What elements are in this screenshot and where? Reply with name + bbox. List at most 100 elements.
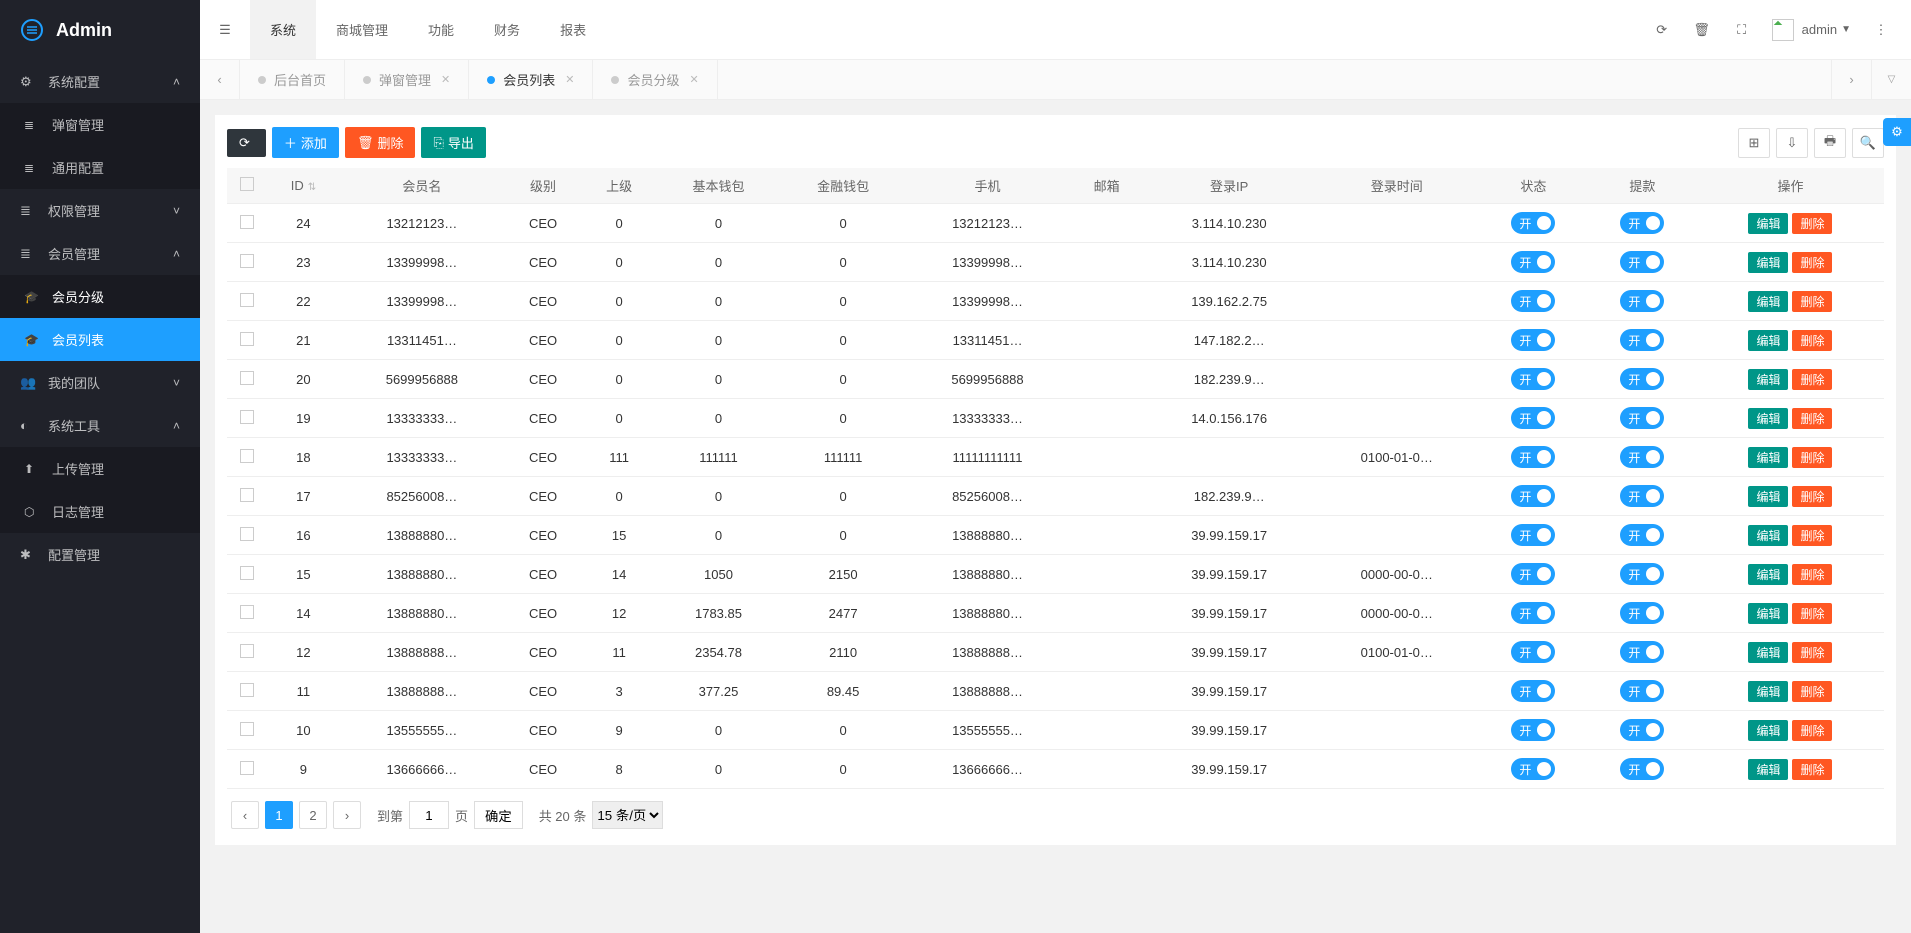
withdraw-toggle[interactable]: 开 [1620,563,1664,585]
edit-button[interactable]: 编辑 [1748,564,1788,585]
row-checkbox[interactable] [240,371,254,385]
sidebar-group-5[interactable]: ✱配置管理 [0,533,200,576]
withdraw-toggle[interactable]: 开 [1620,446,1664,468]
row-delete-button[interactable]: 删除 [1792,369,1832,390]
topnav-item-2[interactable]: 功能 [408,0,474,59]
goto-input[interactable] [409,801,449,829]
row-checkbox[interactable] [240,761,254,775]
row-delete-button[interactable]: 删除 [1792,486,1832,507]
row-delete-button[interactable]: 删除 [1792,681,1832,702]
row-delete-button[interactable]: 删除 [1792,525,1832,546]
status-toggle[interactable]: 开 [1511,602,1555,624]
status-toggle[interactable]: 开 [1511,212,1555,234]
row-checkbox[interactable] [240,527,254,541]
print-icon[interactable]: 🖶 [1814,128,1846,158]
sidebar-item-0-0[interactable]: ≣弹窗管理 [0,103,200,146]
sidebar-group-2[interactable]: ≣会员管理˄ [0,232,200,275]
goto-confirm[interactable]: 确定 [474,801,523,829]
edit-button[interactable]: 编辑 [1748,759,1788,780]
status-toggle[interactable]: 开 [1511,563,1555,585]
withdraw-toggle[interactable]: 开 [1620,719,1664,741]
row-delete-button[interactable]: 删除 [1792,564,1832,585]
sidebar-item-4-0[interactable]: ⬆上传管理 [0,447,200,490]
row-delete-button[interactable]: 删除 [1792,447,1832,468]
user-menu[interactable]: admin ▼ [1762,19,1861,41]
status-toggle[interactable]: 开 [1511,407,1555,429]
withdraw-toggle[interactable]: 开 [1620,290,1664,312]
row-checkbox[interactable] [240,254,254,268]
sidebar-toggle-button[interactable]: ☰ [200,0,250,60]
sidebar-group-1[interactable]: ≣权限管理˅ [0,189,200,232]
page-number-1[interactable]: 1 [265,801,293,829]
add-button[interactable]: ＋添加 [272,127,339,158]
edit-button[interactable]: 编辑 [1748,486,1788,507]
row-checkbox[interactable] [240,605,254,619]
withdraw-toggle[interactable]: 开 [1620,602,1664,624]
trash-icon[interactable]: 🗑 [1682,0,1722,60]
row-delete-button[interactable]: 删除 [1792,408,1832,429]
tabs-dropdown[interactable]: ▽ [1871,60,1911,99]
sidebar-group-3[interactable]: 👥我的团队˅ [0,361,200,404]
withdraw-toggle[interactable]: 开 [1620,251,1664,273]
row-checkbox[interactable] [240,293,254,307]
row-delete-button[interactable]: 删除 [1792,252,1832,273]
export-table-icon[interactable]: ⇩ [1776,128,1808,158]
tab-0[interactable]: 后台首页 [240,60,345,99]
row-delete-button[interactable]: 删除 [1792,720,1832,741]
edit-button[interactable]: 编辑 [1748,213,1788,234]
delete-button[interactable]: 🗑删除 [345,127,416,158]
column-header-1[interactable]: ID⇅ [267,168,340,204]
withdraw-toggle[interactable]: 开 [1620,368,1664,390]
edit-button[interactable]: 编辑 [1748,369,1788,390]
sidebar-group-4[interactable]: ◐系统工具˄ [0,404,200,447]
edit-button[interactable]: 编辑 [1748,681,1788,702]
status-toggle[interactable]: 开 [1511,329,1555,351]
edit-button[interactable]: 编辑 [1748,330,1788,351]
topnav-item-3[interactable]: 财务 [474,0,540,59]
edit-button[interactable]: 编辑 [1748,525,1788,546]
edit-button[interactable]: 编辑 [1748,291,1788,312]
edit-button[interactable]: 编辑 [1748,603,1788,624]
row-delete-button[interactable]: 删除 [1792,642,1832,663]
sidebar-item-0-1[interactable]: ≣通用配置 [0,146,200,189]
search-icon[interactable]: 🔍 [1852,128,1884,158]
withdraw-toggle[interactable]: 开 [1620,212,1664,234]
more-icon[interactable]: ⋮ [1861,0,1901,60]
withdraw-toggle[interactable]: 开 [1620,524,1664,546]
sidebar-item-2-0[interactable]: 🎓会员分级 [0,275,200,318]
row-checkbox[interactable] [240,410,254,424]
status-toggle[interactable]: 开 [1511,368,1555,390]
edit-button[interactable]: 编辑 [1748,252,1788,273]
status-toggle[interactable]: 开 [1511,524,1555,546]
sidebar-item-4-1[interactable]: ⬡日志管理 [0,490,200,533]
tabs-scroll-right[interactable]: › [1831,60,1871,99]
row-delete-button[interactable]: 删除 [1792,213,1832,234]
withdraw-toggle[interactable]: 开 [1620,329,1664,351]
row-checkbox[interactable] [240,566,254,580]
row-delete-button[interactable]: 删除 [1792,603,1832,624]
tabs-scroll-left[interactable]: ‹ [200,60,240,99]
sidebar-item-2-1[interactable]: 🎓会员列表 [0,318,200,361]
sidebar-group-0[interactable]: ⚙系统配置˄ [0,60,200,103]
status-toggle[interactable]: 开 [1511,290,1555,312]
settings-widget-icon[interactable]: ⚙ [1883,118,1911,146]
status-toggle[interactable]: 开 [1511,251,1555,273]
row-checkbox[interactable] [240,644,254,658]
row-checkbox[interactable] [240,215,254,229]
refresh-icon[interactable]: ⟳ [1642,0,1682,60]
edit-button[interactable]: 编辑 [1748,447,1788,468]
topnav-item-1[interactable]: 商城管理 [316,0,408,59]
edit-button[interactable]: 编辑 [1748,408,1788,429]
edit-button[interactable]: 编辑 [1748,642,1788,663]
status-toggle[interactable]: 开 [1511,719,1555,741]
row-checkbox[interactable] [240,449,254,463]
close-icon[interactable]: ✕ [565,73,574,86]
page-next[interactable]: › [333,801,361,829]
topnav-item-4[interactable]: 报表 [540,0,606,59]
row-checkbox[interactable] [240,488,254,502]
page-prev[interactable]: ‹ [231,801,259,829]
status-toggle[interactable]: 开 [1511,758,1555,780]
withdraw-toggle[interactable]: 开 [1620,758,1664,780]
status-toggle[interactable]: 开 [1511,641,1555,663]
row-checkbox[interactable] [240,683,254,697]
